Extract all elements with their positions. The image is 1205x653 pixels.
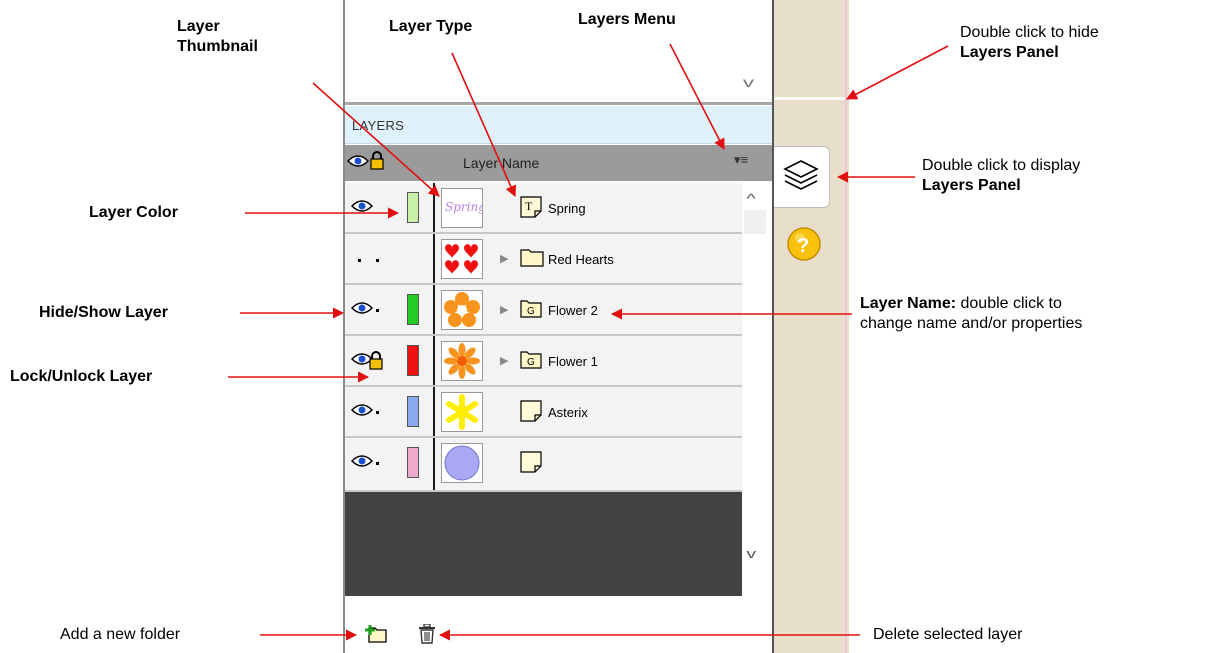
annotation-arrows xyxy=(228,43,949,641)
arrow-layers-menu xyxy=(669,43,725,150)
arrow-hide-panel xyxy=(846,45,949,100)
arrow-layer-type xyxy=(451,52,517,198)
arrow-layer-thumbnail xyxy=(312,82,440,197)
